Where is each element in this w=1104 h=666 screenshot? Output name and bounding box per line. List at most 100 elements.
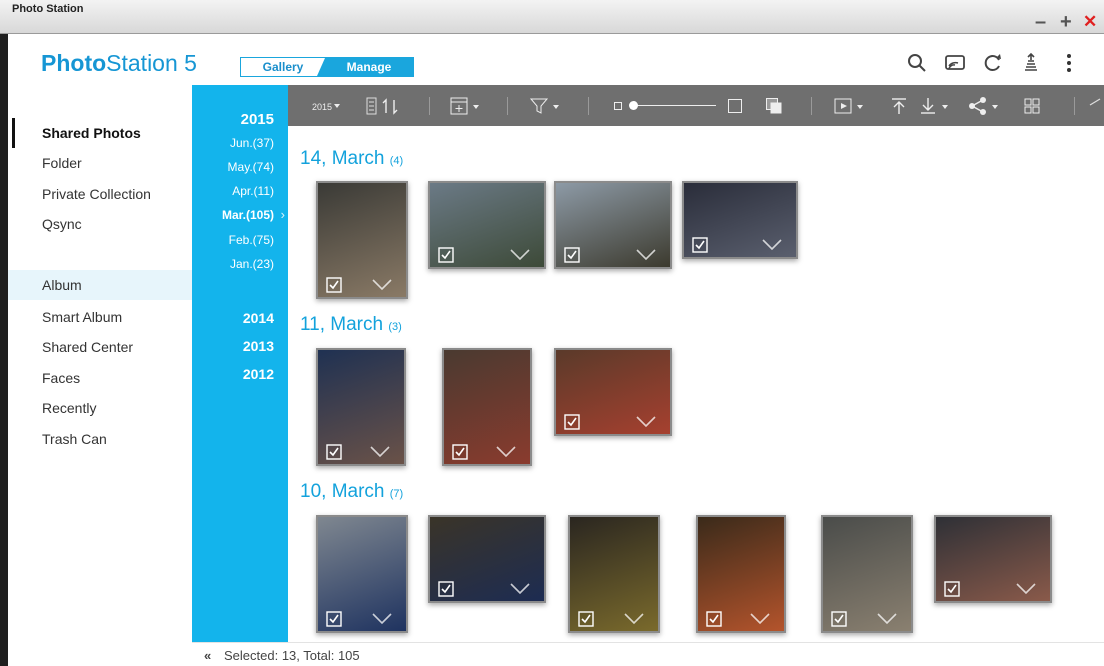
- selection-status: Selected: 13, Total: 105: [224, 648, 360, 663]
- checkbox-checked-icon[interactable]: [831, 611, 847, 627]
- toolbar-divider: [1074, 97, 1075, 115]
- small-thumbnail-icon[interactable]: [614, 85, 622, 126]
- close-button[interactable]: ✕: [1083, 12, 1097, 32]
- checkbox-checked-icon[interactable]: [564, 247, 580, 263]
- scroll-up-icon[interactable]: [1088, 85, 1102, 126]
- chevron-down-icon[interactable]: [372, 279, 392, 291]
- upload-icon[interactable]: [890, 85, 908, 126]
- checkbox-checked-icon[interactable]: [438, 581, 454, 597]
- window-title: Photo Station: [12, 3, 84, 15]
- chevron-down-icon[interactable]: [877, 613, 897, 625]
- chevron-down-icon[interactable]: [496, 446, 516, 458]
- large-thumbnail-icon[interactable]: [728, 85, 742, 126]
- photo-thumbnail[interactable]: [442, 348, 532, 466]
- chevron-down-icon[interactable]: [762, 239, 782, 251]
- checkbox-checked-icon[interactable]: [326, 611, 342, 627]
- sidebar-item-private-collection[interactable]: Private Collection: [8, 179, 192, 209]
- timeline-year-2015[interactable]: 2015: [241, 111, 274, 128]
- toolbar: 2015: [288, 85, 1104, 126]
- checkbox-checked-icon[interactable]: [564, 414, 580, 430]
- sidebar-item-qsync[interactable]: Qsync: [8, 209, 192, 239]
- date-label: 10, March: [300, 481, 385, 502]
- background-task-icon[interactable]: [1020, 52, 1042, 74]
- refresh-icon[interactable]: [982, 52, 1004, 74]
- chevron-down-icon[interactable]: [1016, 583, 1036, 595]
- timeline-month[interactable]: May.(74): [228, 160, 274, 174]
- photo-thumbnail[interactable]: [554, 348, 672, 436]
- photo-thumbnail[interactable]: [428, 515, 546, 603]
- photo-thumbnail[interactable]: [682, 181, 798, 259]
- slideshow-icon[interactable]: [834, 85, 866, 126]
- manage-mode-button[interactable]: Manage: [317, 58, 413, 76]
- date-count: (3): [388, 321, 402, 333]
- sidebar-item-recently[interactable]: Recently: [8, 393, 192, 423]
- photo-thumbnail[interactable]: [316, 181, 408, 299]
- more-icon[interactable]: [1058, 52, 1080, 74]
- checkbox-checked-icon[interactable]: [944, 581, 960, 597]
- gallery-mode-button[interactable]: Gallery: [241, 58, 325, 76]
- timeline-year[interactable]: 2013: [243, 338, 274, 354]
- chevron-right-icon: ›: [280, 207, 285, 222]
- sidebar-item-smart-album[interactable]: Smart Album: [8, 302, 192, 332]
- chevron-down-icon[interactable]: [372, 613, 392, 625]
- date-group-heading: 11, March (3): [300, 314, 402, 336]
- timeline-year[interactable]: 2012: [243, 366, 274, 382]
- toolbar-divider: [507, 97, 508, 115]
- timeline-month[interactable]: Apr.(11): [232, 184, 274, 198]
- collapse-sidebar-button[interactable]: «: [204, 648, 211, 663]
- sidebar-item-album[interactable]: Album: [8, 270, 192, 300]
- photo-thumbnail[interactable]: [554, 181, 672, 269]
- checkbox-checked-icon[interactable]: [326, 277, 342, 293]
- timeline-panel: 2015 Jun.(37) May.(74) Apr.(11) Mar.(105…: [192, 85, 288, 642]
- chevron-down-icon[interactable]: [370, 446, 390, 458]
- photo-thumbnail[interactable]: [316, 348, 406, 466]
- grid-view-icon[interactable]: [1024, 85, 1040, 126]
- checkbox-checked-icon[interactable]: [452, 444, 468, 460]
- zoom-slider-handle[interactable]: [629, 101, 638, 110]
- photo-thumbnail[interactable]: [696, 515, 786, 633]
- timeline-month[interactable]: Jun.(37): [230, 136, 274, 150]
- sidebar-item-shared-photos[interactable]: Shared Photos: [8, 118, 192, 148]
- chevron-down-icon[interactable]: [510, 249, 530, 261]
- timeline-month[interactable]: Jan.(23): [230, 257, 274, 271]
- download-icon[interactable]: [919, 85, 953, 126]
- checkbox-checked-icon[interactable]: [578, 611, 594, 627]
- checkbox-checked-icon[interactable]: [706, 611, 722, 627]
- search-icon[interactable]: [906, 52, 928, 74]
- timeline-month-active[interactable]: Mar.(105): [222, 208, 274, 222]
- sidebar-item-faces[interactable]: Faces: [8, 363, 192, 393]
- new-album-icon[interactable]: [450, 85, 482, 126]
- header-icons: [906, 52, 1080, 74]
- chevron-down-icon[interactable]: [636, 416, 656, 428]
- app-logo[interactable]: PhotoStation 5: [41, 50, 197, 77]
- minimize-button[interactable]: –: [1035, 12, 1046, 32]
- sidebar-item-shared-center[interactable]: Shared Center: [8, 332, 192, 362]
- sidebar-item-trash-can[interactable]: Trash Can: [8, 424, 192, 454]
- date-group-heading: 10, March (7): [300, 481, 403, 503]
- photo-thumbnail[interactable]: [821, 515, 913, 633]
- date-count: (7): [389, 488, 404, 500]
- timeline-year[interactable]: 2014: [243, 310, 274, 326]
- cast-icon[interactable]: [944, 52, 966, 74]
- multi-select-icon[interactable]: [766, 85, 782, 126]
- sort-icon[interactable]: [366, 85, 402, 126]
- maximize-button[interactable]: +: [1060, 12, 1072, 32]
- checkbox-checked-icon[interactable]: [692, 237, 708, 253]
- timeline-month[interactable]: Feb.(75): [229, 233, 274, 247]
- zoom-slider-track[interactable]: [630, 105, 716, 106]
- filter-icon[interactable]: [530, 85, 562, 126]
- share-icon[interactable]: [969, 85, 1003, 126]
- checkbox-checked-icon[interactable]: [326, 444, 342, 460]
- photo-thumbnail[interactable]: [568, 515, 660, 633]
- photo-thumbnail[interactable]: [316, 515, 408, 633]
- chevron-down-icon[interactable]: [636, 249, 656, 261]
- chevron-down-icon[interactable]: [510, 583, 530, 595]
- timeline-view-icon[interactable]: 2015: [312, 85, 340, 126]
- chevron-down-icon[interactable]: [624, 613, 644, 625]
- sidebar-item-folder[interactable]: Folder: [8, 148, 192, 178]
- photo-content: 14, March (4) 11, March (3) 10, March (7…: [288, 126, 1104, 642]
- photo-thumbnail[interactable]: [934, 515, 1052, 603]
- checkbox-checked-icon[interactable]: [438, 247, 454, 263]
- chevron-down-icon[interactable]: [750, 613, 770, 625]
- photo-thumbnail[interactable]: [428, 181, 546, 269]
